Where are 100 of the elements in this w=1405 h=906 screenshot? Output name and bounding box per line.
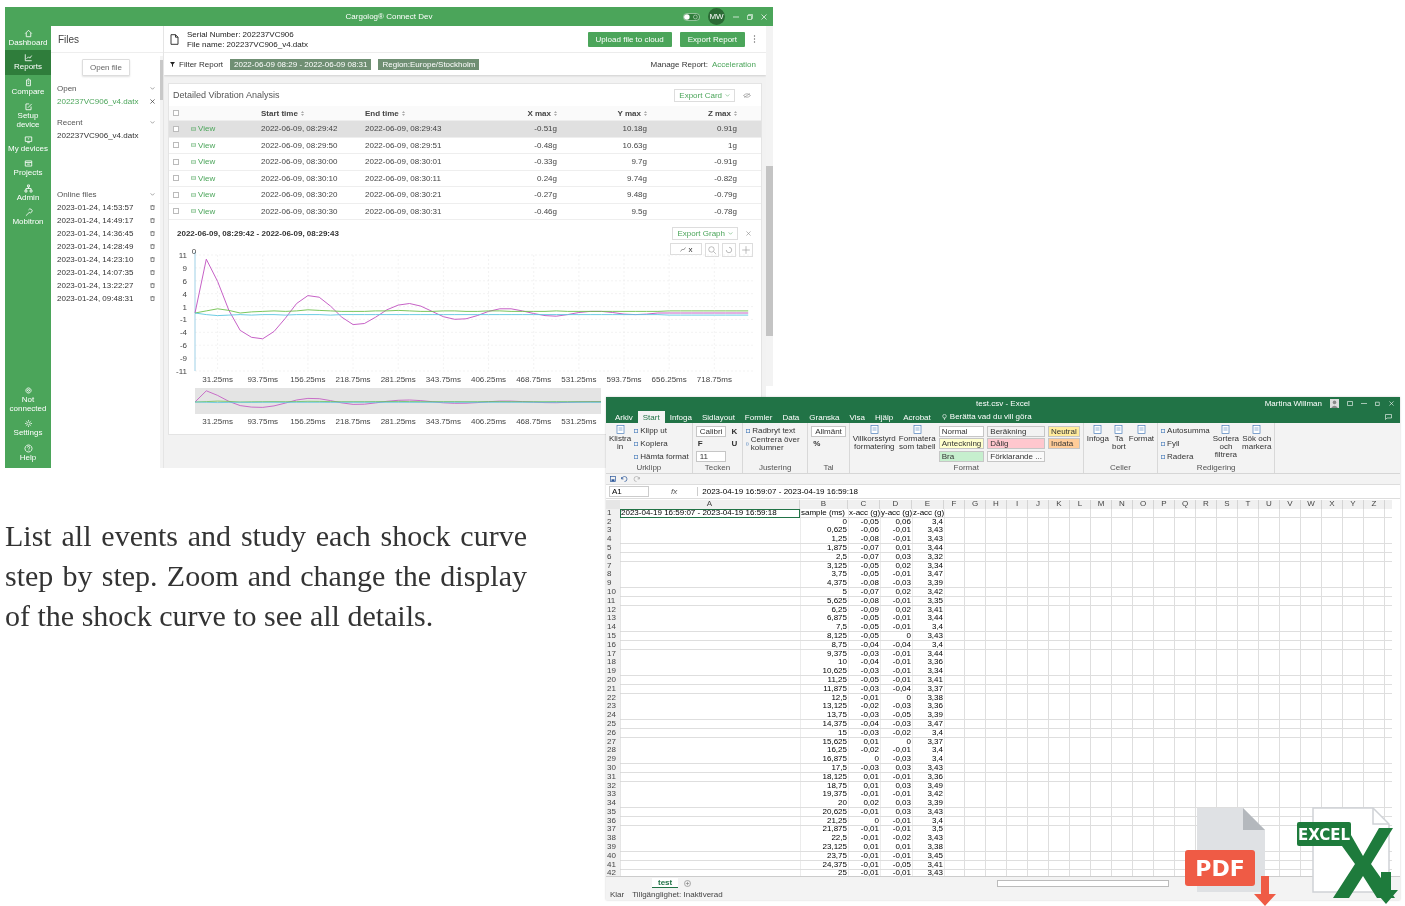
- sheet-tab[interactable]: test: [652, 878, 679, 888]
- table-cell[interactable]: 3,35: [912, 596, 944, 606]
- checkbox[interactable]: [173, 110, 179, 116]
- table-cell[interactable]: -0,06: [848, 526, 880, 536]
- filter-icon[interactable]: [170, 61, 175, 67]
- function-label[interactable]: fx: [653, 487, 694, 496]
- column-header[interactable]: Q: [1175, 500, 1196, 509]
- lightbulb-icon[interactable]: [941, 414, 947, 420]
- row-number[interactable]: 12: [606, 605, 620, 615]
- dropdown-field[interactable]: Allmänt: [811, 425, 846, 437]
- column-header[interactable]: Z: [1364, 500, 1385, 509]
- file-item[interactable]: 2023-01-24, 14:23:10: [57, 255, 134, 264]
- table-cell[interactable]: 23,75: [800, 851, 848, 861]
- column-header[interactable]: X max: [527, 108, 551, 118]
- cell-style[interactable]: Förklarande ...: [987, 451, 1045, 463]
- table-cell[interactable]: 3,39: [912, 799, 944, 808]
- sort-icon[interactable]: [401, 110, 405, 116]
- ribbon-button[interactable]: Villkorsstyrd formatering: [852, 425, 896, 451]
- checkbox[interactable]: [173, 125, 179, 132]
- filter-label[interactable]: Filter Report: [179, 59, 223, 69]
- table-cell[interactable]: -0,01: [848, 869, 880, 876]
- table-cell[interactable]: 0: [880, 693, 912, 703]
- table-cell[interactable]: -0,01: [880, 816, 912, 826]
- table-cell[interactable]: 13,75: [800, 711, 848, 720]
- table-cell[interactable]: x-acc (g): [848, 508, 880, 518]
- table-cell[interactable]: 3,4: [912, 623, 944, 632]
- table-cell[interactable]: 3,75: [800, 570, 848, 580]
- row-number[interactable]: 32: [606, 781, 620, 791]
- row-number[interactable]: 1: [606, 508, 620, 518]
- column-header[interactable]: S: [1217, 500, 1238, 509]
- table-cell[interactable]: -0,03: [848, 649, 880, 659]
- row-number[interactable]: 6: [606, 552, 620, 562]
- table-cell[interactable]: -0,05: [880, 860, 912, 870]
- ribbon-button[interactable]: Ta bort: [1111, 425, 1126, 451]
- table-cell[interactable]: 16,25: [800, 746, 848, 756]
- table-cell[interactable]: -0,01: [880, 535, 912, 544]
- chevron-icon[interactable]: [150, 87, 155, 90]
- table-cell[interactable]: 3,43: [912, 535, 944, 544]
- ribbon-button[interactable]: Klipp ut: [634, 427, 689, 436]
- row-number[interactable]: 2: [606, 517, 620, 527]
- table-cell[interactable]: 7,5: [800, 623, 848, 632]
- row-number[interactable]: 27: [606, 737, 620, 747]
- scrollbar[interactable]: [997, 879, 1170, 887]
- table-cell[interactable]: 0: [848, 816, 880, 826]
- trash-icon[interactable]: [150, 296, 155, 301]
- table-cell[interactable]: 3,41: [912, 860, 944, 870]
- restore-icon[interactable]: [1375, 401, 1381, 406]
- row-number[interactable]: 39: [606, 843, 620, 852]
- row-number[interactable]: 20: [606, 675, 620, 685]
- table-cell[interactable]: 3,42: [912, 587, 944, 597]
- dropdown-field[interactable]: 11: [695, 451, 727, 463]
- row-number[interactable]: 16: [606, 640, 620, 650]
- table-cell[interactable]: -0,01: [848, 825, 880, 835]
- table-cell[interactable]: -0,05: [880, 711, 912, 720]
- column-header[interactable]: K: [1049, 500, 1070, 509]
- name-box[interactable]: A1: [609, 486, 649, 497]
- table-cell[interactable]: 0,01: [848, 772, 880, 782]
- table-cell[interactable]: 23,125: [800, 843, 848, 852]
- table-cell[interactable]: -0,08: [848, 535, 880, 544]
- table-cell[interactable]: 11,25: [800, 675, 848, 685]
- table-cell[interactable]: -0,08: [848, 579, 880, 588]
- table-cell[interactable]: 15,625: [800, 737, 848, 747]
- table-cell[interactable]: 3,42: [912, 790, 944, 800]
- table-cell[interactable]: 11,875: [800, 684, 848, 694]
- table-row[interactable]: View 2022-06-09, 08:30:30 2022-06-09, 08:30:31 -0.46g 9.5g -0.78g: [169, 203, 761, 220]
- close-icon[interactable]: [150, 99, 155, 104]
- table-cell[interactable]: -0,01: [848, 790, 880, 800]
- table-cell[interactable]: -0,03: [848, 763, 880, 773]
- ribbon-tab[interactable]: Formler: [739, 411, 778, 423]
- hidden-eye-icon[interactable]: [743, 92, 751, 98]
- ribbon-tab[interactable]: Start: [637, 411, 665, 423]
- file-item[interactable]: 2023-01-24, 14:53:57: [57, 203, 134, 212]
- table-cell[interactable]: 0,01: [848, 781, 880, 791]
- table-cell[interactable]: -0,01: [848, 851, 880, 861]
- column-header[interactable]: P: [1154, 500, 1175, 509]
- user-avatar[interactable]: MW: [708, 8, 725, 25]
- table-cell[interactable]: -0,03: [880, 755, 912, 764]
- trash-icon[interactable]: [150, 270, 155, 275]
- table-cell[interactable]: 3,5: [912, 825, 944, 835]
- table-cell[interactable]: 3,41: [912, 605, 944, 615]
- table-cell[interactable]: 6,25: [800, 605, 848, 615]
- column-header[interactable]: L: [1070, 500, 1091, 509]
- table-cell[interactable]: -0,05: [848, 631, 880, 641]
- table-cell[interactable]: -0,01: [880, 667, 912, 676]
- table-cell[interactable]: y-acc (g): [880, 508, 912, 518]
- table-cell[interactable]: 3,4: [912, 728, 944, 738]
- filter-chip[interactable]: Region:Europe/Stockholm: [378, 58, 480, 70]
- table-cell[interactable]: 0,01: [880, 843, 912, 852]
- table-cell[interactable]: 12,5: [800, 693, 848, 703]
- table-cell[interactable]: 0: [848, 755, 880, 764]
- cell-style[interactable]: Indata: [1047, 438, 1080, 450]
- table-cell[interactable]: -0,01: [880, 614, 912, 624]
- trash-icon[interactable]: [150, 244, 155, 249]
- table-cell[interactable]: 3,44: [912, 649, 944, 659]
- table-cell[interactable]: 3,4: [912, 640, 944, 650]
- table-cell[interactable]: -0,03: [848, 711, 880, 720]
- text-style-toggle[interactable]: %: [811, 439, 846, 449]
- row-number[interactable]: 15: [606, 631, 620, 641]
- table-cell[interactable]: -0,02: [848, 746, 880, 756]
- table-cell[interactable]: 5: [800, 587, 848, 597]
